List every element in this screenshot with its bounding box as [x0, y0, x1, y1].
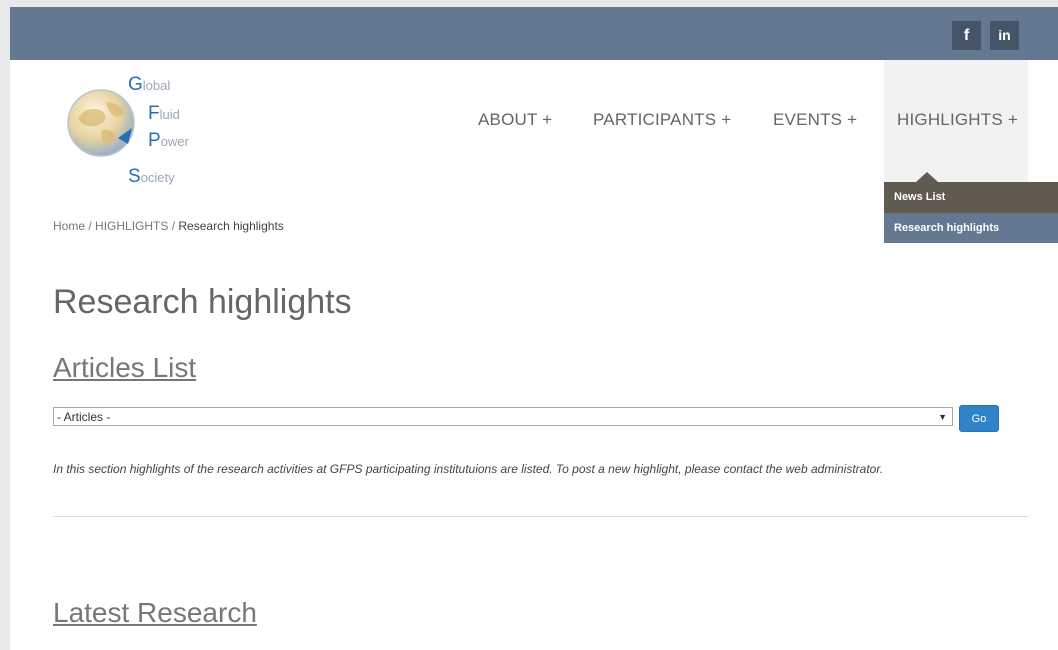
go-button[interactable]: Go [959, 405, 999, 432]
nav-item-about[interactable]: ABOUT + [478, 110, 552, 130]
breadcrumb-highlights[interactable]: HIGHLIGHTS [95, 219, 168, 233]
breadcrumb-current: Research highlights [178, 219, 284, 233]
select-arrow-icon: ▼ [938, 412, 947, 422]
window-frame-left [0, 0, 10, 650]
intro-text: In this section highlights of the resear… [53, 462, 884, 476]
logo-text-fluid: Fluid [148, 103, 180, 124]
dropdown-item-news-list[interactable]: News List [884, 182, 1058, 213]
articles-list-link[interactable]: Articles List [53, 352, 196, 384]
logo-text-society: Society [128, 166, 175, 187]
dropdown-caret-icon [916, 172, 938, 182]
logo-text-global: Global [128, 74, 171, 95]
breadcrumb-separator: / [168, 219, 179, 233]
page-title: Research highlights [53, 283, 352, 321]
window-frame-top [0, 0, 1058, 7]
breadcrumb-home[interactable]: Home [53, 219, 85, 233]
logo[interactable]: Global Fluid Power Society [66, 74, 236, 199]
breadcrumb: Home / HIGHLIGHTS / Research highlights [53, 219, 284, 233]
highlights-dropdown: News List Research highlights [884, 182, 1058, 243]
top-bar: f in [10, 7, 1058, 60]
dropdown-item-research-highlights[interactable]: Research highlights [884, 213, 1058, 243]
latest-research-link[interactable]: Latest Research [53, 597, 257, 629]
divider [53, 516, 1028, 517]
breadcrumb-separator: / [85, 219, 96, 233]
facebook-icon[interactable]: f [952, 21, 981, 50]
linkedin-icon[interactable]: in [990, 21, 1019, 50]
nav-item-participants[interactable]: PARTICIPANTS + [593, 110, 731, 130]
logo-text-power: Power [148, 130, 189, 151]
nav-item-events[interactable]: EVENTS + [773, 110, 857, 130]
globe-icon [67, 89, 135, 157]
articles-select-value: - Articles - [57, 410, 111, 424]
articles-select[interactable]: - Articles - ▼ [53, 407, 953, 426]
nav-item-highlights[interactable]: HIGHLIGHTS + [897, 110, 1018, 130]
